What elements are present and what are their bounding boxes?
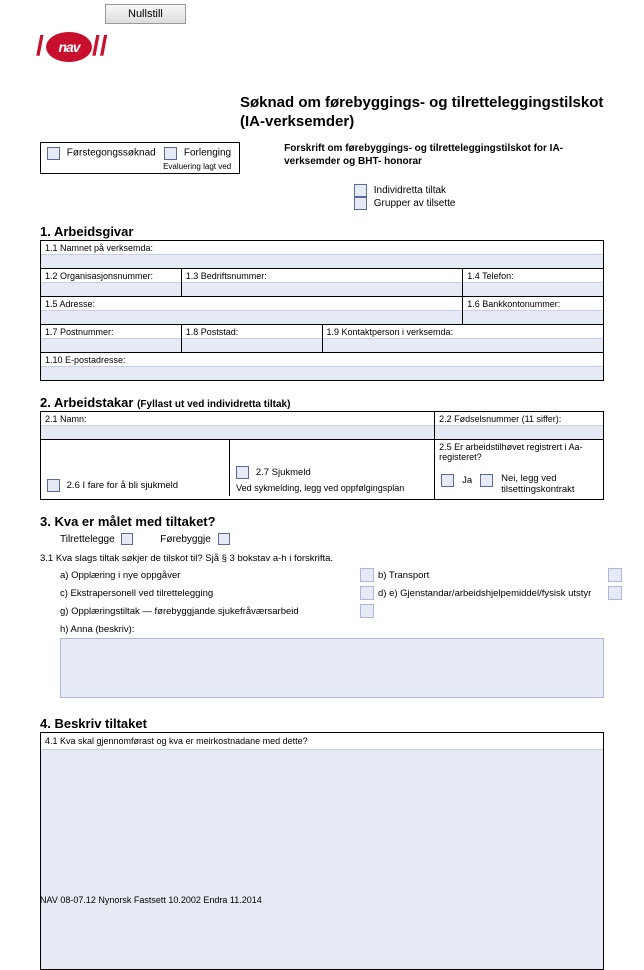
group-measure-checkbox[interactable] [354, 197, 367, 210]
field-1-8-label: 1.8 Poststad: [182, 325, 322, 338]
option-3a-label: a) Opplæring i nye oppgåver [60, 570, 360, 581]
option-forebyggje-label: Førebyggje [160, 534, 211, 545]
option-3h-textarea[interactable] [60, 638, 604, 698]
field-2-5-yes-label: Ja [462, 475, 472, 486]
section-2-heading-main: 2. Arbeidstakar [40, 395, 133, 410]
option-3de-checkbox[interactable] [608, 586, 622, 600]
option-3c-checkbox[interactable] [360, 586, 374, 600]
field-2-6-checkbox[interactable] [47, 479, 60, 492]
field-1-2-label: 1.2 Organisasjonsnummer: [41, 269, 181, 282]
field-1-9-label: 1.9 Kontaktperson i verksemda: [323, 325, 604, 338]
field-2-5-yes-checkbox[interactable] [441, 474, 454, 487]
nav-logo: / nav // [40, 26, 110, 70]
evaluation-note: Evaluering lagt ved [47, 162, 231, 172]
field-1-6-input[interactable] [463, 310, 603, 324]
option-3g-label: g) Opplæringstiltak — førebyggjande sjuk… [60, 606, 360, 617]
field-2-7-label: 2.7 Sjukmeld [256, 467, 311, 478]
field-2-2-label: 2.2 Fødselsnummer (11 siffer): [435, 412, 603, 425]
reset-button[interactable]: Nullstill [105, 4, 186, 24]
option-3c-label: c) Ekstrapersonell ved tilrettelegging [60, 588, 360, 599]
field-1-1-label: 1.1 Namnet på verksemda: [41, 241, 603, 254]
first-application-checkbox[interactable] [47, 147, 60, 160]
field-2-7-note: Ved sykmelding, legg ved oppfølgingsplan [230, 483, 434, 496]
field-2-5-label: 2.5 Er arbeidstilhøvet registrert i Aa-r… [435, 440, 603, 468]
option-3b-label: b) Transport [378, 570, 608, 581]
field-2-5-no-checkbox[interactable] [480, 474, 493, 487]
field-1-7-input[interactable] [41, 338, 181, 352]
application-type-box: Førstegongssøknad Forlenging Evaluering … [40, 142, 240, 175]
field-2-5-no-label: Nei, legg ved tilsettingskontrakt [501, 474, 591, 495]
field-1-7-label: 1.7 Postnummer: [41, 325, 181, 338]
option-3de-label: d) e) Gjenstandar/arbeidshjelpemiddel/fy… [378, 588, 608, 599]
section-4-heading: 4. Beskriv tiltaket [40, 716, 604, 731]
field-2-6-label: 2.6 I fare for å bli sjukmeld [67, 480, 178, 491]
regulation-subtitle: Forskrift om førebyggings- og tilrettele… [284, 142, 564, 168]
field-1-3-label: 1.3 Bedriftsnummer: [182, 269, 463, 282]
individual-measure-checkbox[interactable] [354, 184, 367, 197]
field-1-9-input[interactable] [323, 338, 604, 352]
field-2-7-checkbox[interactable] [236, 466, 249, 479]
extension-checkbox[interactable] [164, 147, 177, 160]
section-3-heading: 3. Kva er målet med tiltaket? [40, 514, 604, 529]
option-3a-checkbox[interactable] [360, 568, 374, 582]
first-application-label: Førstegongssøknad [67, 147, 156, 158]
page-title: Søknad om førebyggings- og tilretteleggi… [240, 94, 604, 132]
form-footer: NAV 08-07.12 Nynorsk Fastsett 10.2002 En… [40, 895, 262, 905]
section-1-table: 1.1 Namnet på verksemda: 1.2 Organisasjo… [40, 240, 604, 381]
option-tilrettelegge-checkbox[interactable] [121, 533, 133, 545]
section-4-box: 4.1 Kva skal gjennomførast og kva er mei… [40, 732, 604, 970]
field-2-1-input[interactable] [41, 425, 434, 439]
field-1-5-input[interactable] [41, 310, 462, 324]
field-1-8-input[interactable] [182, 338, 322, 352]
section-1-heading: 1. Arbeidsgivar [40, 224, 604, 239]
field-1-1-input[interactable] [41, 254, 603, 268]
field-4-1-textarea[interactable] [41, 749, 603, 969]
option-3h-label: h) Anna (beskriv): [60, 624, 604, 635]
field-2-2-input[interactable] [435, 425, 603, 439]
field-1-6-label: 1.6 Bankkontonummer: [463, 297, 603, 310]
field-3-1-label: 3.1 Kva slags tiltak søkjer de tilskot t… [40, 553, 604, 564]
option-forebyggje-checkbox[interactable] [218, 533, 230, 545]
field-1-2-input[interactable] [41, 282, 181, 296]
extension-label: Forlenging [184, 147, 231, 158]
field-1-4-input[interactable] [463, 282, 603, 296]
option-3g-checkbox[interactable] [360, 604, 374, 618]
field-1-3-input[interactable] [182, 282, 463, 296]
option-3b-checkbox[interactable] [608, 568, 622, 582]
option-tilrettelegge-label: Tilrettelegge [60, 534, 115, 545]
individual-measure-label: Individretta tiltak [374, 185, 446, 196]
section-2-heading-sub: (Fyllast ut ved individretta tiltak) [137, 399, 290, 410]
field-2-1-label: 2.1 Namn: [41, 412, 434, 425]
field-1-4-label: 1.4 Telefon: [463, 269, 603, 282]
section-2-heading: 2. Arbeidstakar (Fyllast ut ved individr… [40, 395, 604, 410]
field-1-10-label: 1.10 E-postadresse: [41, 353, 603, 366]
field-1-5-label: 1.5 Adresse: [41, 297, 462, 310]
field-1-10-input[interactable] [41, 366, 603, 380]
logo-text: nav [58, 39, 79, 55]
section-2-table: 2.1 Namn: 2.2 Fødselsnummer (11 siffer):… [40, 411, 604, 500]
group-measure-label: Grupper av tilsette [374, 198, 456, 209]
field-4-1-label: 4.1 Kva skal gjennomførast og kva er mei… [41, 733, 603, 749]
